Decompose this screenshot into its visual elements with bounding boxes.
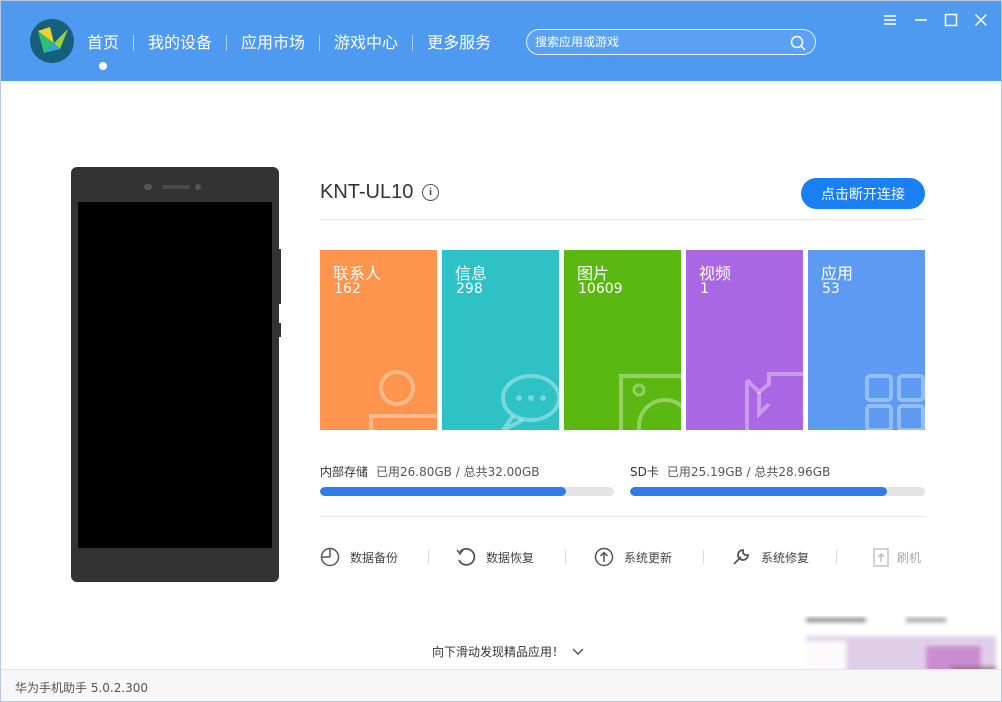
- internal-storage-label: 内部存储 已用26.80GB / 总共32.00GB: [320, 463, 539, 480]
- message-icon: [501, 374, 559, 430]
- image-icon: [619, 374, 681, 430]
- maximize-icon[interactable]: [941, 11, 961, 29]
- phone-side-button: [278, 249, 281, 304]
- nav-home-label: 首页: [87, 33, 120, 52]
- tool-restore[interactable]: 数据恢复: [456, 546, 534, 568]
- apps-icon: [865, 374, 925, 430]
- top-nav-bar: 首页 我的设备 应用市场 游戏中心 更多服务: [1, 1, 1001, 81]
- tile-count: 162: [334, 281, 361, 297]
- scroll-hint[interactable]: 向下滑动发现精品应用！: [432, 643, 584, 660]
- phone-sensor: [144, 184, 152, 190]
- tool-label: 系统更新: [624, 550, 673, 565]
- tool-repair[interactable]: 系统修复: [731, 546, 809, 568]
- tool-backup[interactable]: 数据备份: [320, 546, 398, 568]
- tile-count: 298: [456, 281, 483, 297]
- internal-storage-fill: [320, 487, 567, 496]
- flash-icon: [873, 548, 889, 567]
- tile-count: 10609: [578, 281, 623, 297]
- contact-icon: [369, 370, 437, 430]
- chevron-down-icon: [572, 647, 584, 655]
- app-window: 首页 我的设备 应用市场 游戏中心 更多服务 搜索应用或游戏 KNT-UL10 …: [0, 0, 1002, 702]
- tool-update[interactable]: 系统更新: [594, 546, 672, 568]
- update-icon: [594, 547, 614, 567]
- nav-divider: [412, 35, 414, 51]
- tool-label: 数据恢复: [486, 550, 535, 565]
- scroll-hint-text: 向下滑动发现精品应用！: [432, 645, 565, 659]
- search-input[interactable]: [535, 33, 785, 51]
- nav-home[interactable]: 首页: [87, 32, 120, 70]
- divider: [320, 516, 925, 517]
- info-icon[interactable]: i: [422, 184, 439, 201]
- status-bar: 华为手机助手 5.0.2.300: [1, 669, 1001, 701]
- storage-name: SD卡: [630, 465, 659, 479]
- main-nav: 首页 我的设备 应用市场 游戏中心 更多服务: [87, 31, 491, 70]
- phone-speaker: [162, 185, 190, 189]
- minimize-icon[interactable]: [911, 11, 931, 29]
- divider: [320, 219, 925, 220]
- internal-storage-bar: [320, 487, 614, 496]
- tile-videos[interactable]: 视频 1: [686, 250, 803, 430]
- tool-divider: [836, 550, 837, 564]
- tool-flash[interactable]: 刷机: [873, 546, 921, 568]
- nav-game-center[interactable]: 游戏中心: [334, 32, 398, 54]
- tool-label: 系统修复: [761, 550, 810, 565]
- nav-divider: [319, 35, 321, 51]
- close-icon[interactable]: [971, 11, 991, 29]
- storage-name: 内部存储: [320, 465, 369, 479]
- tile-messages[interactable]: 信息 298: [442, 250, 559, 430]
- nav-divider: [226, 35, 228, 51]
- phone-camera: [195, 184, 201, 190]
- tool-label: 数据备份: [350, 550, 399, 565]
- sd-storage-bar: [630, 487, 925, 496]
- storage-detail: 已用25.19GB / 总共28.96GB: [666, 465, 831, 479]
- nav-my-device[interactable]: 我的设备: [148, 32, 212, 54]
- phone-screen: [78, 202, 272, 548]
- nav-divider: [133, 35, 135, 51]
- sd-storage-label: SD卡 已用25.19GB / 总共28.96GB: [630, 463, 830, 480]
- tile-count: 53: [822, 281, 840, 297]
- nav-active-indicator: [99, 62, 107, 70]
- nav-app-market[interactable]: 应用市场: [241, 32, 305, 54]
- version-text: 华为手机助手 5.0.2.300: [15, 681, 149, 695]
- tool-divider: [565, 550, 566, 564]
- tile-apps[interactable]: 应用 53: [808, 250, 925, 430]
- search-box: [526, 29, 816, 55]
- tool-divider: [703, 550, 704, 564]
- backup-icon: [320, 547, 340, 567]
- search-icon[interactable]: [789, 34, 807, 52]
- video-icon: [745, 372, 803, 430]
- phone-illustration: [71, 167, 279, 582]
- storage-detail: 已用26.80GB / 总共32.00GB: [376, 465, 540, 479]
- nav-more-services[interactable]: 更多服务: [427, 32, 491, 54]
- app-logo[interactable]: [30, 19, 74, 63]
- device-name: KNT-UL10: [320, 181, 414, 203]
- tile-pictures[interactable]: 图片 10609: [564, 250, 681, 430]
- disconnect-button[interactable]: 点击断开连接: [801, 178, 925, 209]
- tool-label: 刷机: [897, 550, 922, 565]
- tool-divider: [428, 550, 429, 564]
- tile-count: 1: [700, 281, 709, 297]
- phone-side-button: [278, 323, 281, 337]
- restore-icon: [456, 547, 476, 566]
- repair-icon: [733, 549, 749, 565]
- tile-contacts[interactable]: 联系人 162: [320, 250, 437, 430]
- menu-icon[interactable]: [880, 11, 900, 29]
- sd-storage-fill: [630, 487, 887, 496]
